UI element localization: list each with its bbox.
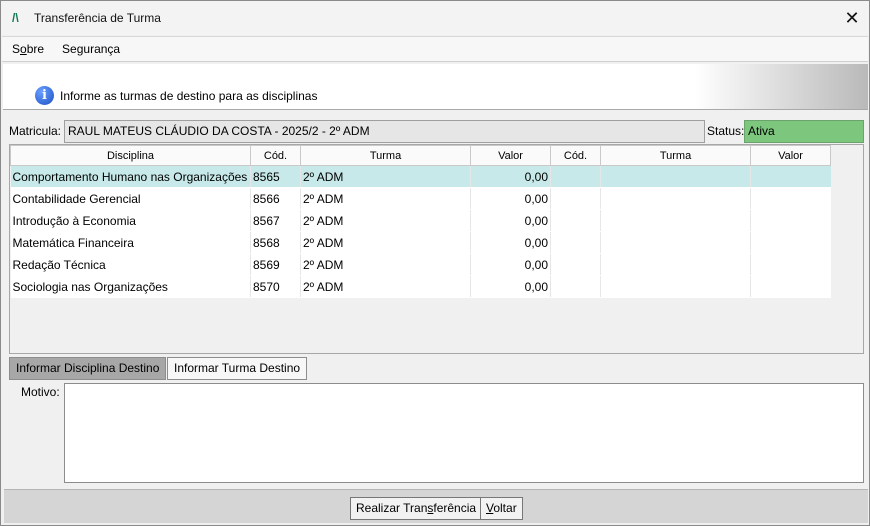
cell-turma-destino[interactable] bbox=[600, 253, 751, 276]
cell-cod[interactable]: 8569 bbox=[250, 253, 301, 276]
info-banner: i Informe as turmas de destino para as d… bbox=[3, 64, 868, 110]
header-valor-destino[interactable]: Valor bbox=[750, 145, 831, 166]
close-icon[interactable]: ✕ bbox=[841, 7, 863, 29]
cell-valor-destino[interactable] bbox=[750, 231, 831, 254]
cell-valor-destino[interactable] bbox=[750, 253, 831, 276]
cell-turma[interactable]: 2º ADM bbox=[300, 275, 471, 298]
header-turma[interactable]: Turma bbox=[300, 145, 471, 166]
cell-valor[interactable]: 0,00 bbox=[470, 209, 551, 232]
cell-turma[interactable]: 2º ADM bbox=[300, 231, 471, 254]
realizar-transferencia-button[interactable]: Realizar Transferência bbox=[350, 497, 483, 520]
header-cod[interactable]: Cód. bbox=[250, 145, 301, 166]
menu-seguranca[interactable]: Segurança bbox=[52, 42, 128, 56]
cell-turma-destino[interactable] bbox=[600, 231, 751, 254]
disciplinas-grid[interactable]: Disciplina Cód. Turma Valor Cód. Turma V… bbox=[9, 144, 864, 354]
header-disciplina[interactable]: Disciplina bbox=[10, 145, 251, 166]
cell-cod[interactable]: 8565 bbox=[250, 165, 301, 188]
menu-sobre[interactable]: Sobre bbox=[2, 42, 52, 56]
banner-text: Informe as turmas de destino para as dis… bbox=[60, 89, 318, 103]
cell-cod[interactable]: 8570 bbox=[250, 275, 301, 298]
cell-valor-destino[interactable] bbox=[750, 165, 831, 188]
grid-header: Disciplina Cód. Turma Valor Cód. Turma V… bbox=[10, 145, 831, 166]
cell-valor[interactable]: 0,00 bbox=[470, 253, 551, 276]
cell-cod-destino[interactable] bbox=[550, 275, 601, 298]
tab-informar-disciplina-destino[interactable]: Informar Disciplina Destino bbox=[9, 357, 167, 380]
cell-cod[interactable]: 8566 bbox=[250, 187, 301, 210]
title-bar[interactable]: /\ Transferência de Turma ✕ bbox=[1, 1, 869, 35]
window-title: Transferência de Turma bbox=[34, 11, 161, 25]
table-row[interactable]: Introdução à Economia 8567 2º ADM 0,00 bbox=[10, 209, 831, 232]
table-row[interactable]: Sociologia nas Organizações 8570 2º ADM … bbox=[10, 275, 831, 298]
cell-valor-destino[interactable] bbox=[750, 275, 831, 298]
cell-turma-destino[interactable] bbox=[600, 187, 751, 210]
footer-bar: Realizar Transferência Voltar bbox=[4, 489, 868, 523]
cell-cod-destino[interactable] bbox=[550, 209, 601, 232]
cell-turma-destino[interactable] bbox=[600, 165, 751, 188]
table-row[interactable]: Contabilidade Gerencial 8566 2º ADM 0,00 bbox=[10, 187, 831, 210]
cell-cod-destino[interactable] bbox=[550, 165, 601, 188]
cell-disciplina[interactable]: Redação Técnica bbox=[10, 253, 251, 276]
cell-cod-destino[interactable] bbox=[550, 231, 601, 254]
cell-valor-destino[interactable] bbox=[750, 209, 831, 232]
cell-valor[interactable]: 0,00 bbox=[470, 275, 551, 298]
header-turma-destino[interactable]: Turma bbox=[600, 145, 751, 166]
cell-valor[interactable]: 0,00 bbox=[470, 165, 551, 188]
cell-valor[interactable]: 0,00 bbox=[470, 187, 551, 210]
menu-bar: Sobre Segurança bbox=[2, 36, 868, 62]
table-row[interactable]: Redação Técnica 8569 2º ADM 0,00 bbox=[10, 253, 831, 276]
status-label: Status: bbox=[707, 124, 745, 138]
transfer-window: /\ Transferência de Turma ✕ Sobre Segura… bbox=[0, 0, 870, 526]
cell-disciplina[interactable]: Matemática Financeira bbox=[10, 231, 251, 254]
table-row[interactable]: Comportamento Humano nas Organizações 85… bbox=[10, 165, 831, 188]
cell-turma[interactable]: 2º ADM bbox=[300, 209, 471, 232]
header-cod-destino[interactable]: Cód. bbox=[550, 145, 601, 166]
info-icon: i bbox=[35, 86, 54, 105]
cell-valor-destino[interactable] bbox=[750, 187, 831, 210]
cell-disciplina[interactable]: Introdução à Economia bbox=[10, 209, 251, 232]
cell-disciplina[interactable]: Comportamento Humano nas Organizações bbox=[10, 165, 251, 188]
table-row[interactable]: Matemática Financeira 8568 2º ADM 0,00 bbox=[10, 231, 831, 254]
matricula-label: Matricula: bbox=[9, 124, 62, 138]
cell-turma-destino[interactable] bbox=[600, 209, 751, 232]
voltar-button[interactable]: Voltar bbox=[480, 497, 523, 520]
header-valor[interactable]: Valor bbox=[470, 145, 551, 166]
matricula-field: RAUL MATEUS CLÁUDIO DA COSTA - 2025/2 - … bbox=[64, 120, 705, 143]
status-badge: Ativa bbox=[744, 120, 864, 143]
motivo-textarea[interactable] bbox=[64, 383, 864, 483]
cell-disciplina[interactable]: Sociologia nas Organizações bbox=[10, 275, 251, 298]
tab-informar-turma-destino[interactable]: Informar Turma Destino bbox=[167, 357, 308, 380]
cell-disciplina[interactable]: Contabilidade Gerencial bbox=[10, 187, 251, 210]
cell-cod-destino[interactable] bbox=[550, 253, 601, 276]
cell-valor[interactable]: 0,00 bbox=[470, 231, 551, 254]
cell-turma[interactable]: 2º ADM bbox=[300, 187, 471, 210]
logo-icon: /\ bbox=[12, 11, 19, 25]
cell-cod[interactable]: 8567 bbox=[250, 209, 301, 232]
cell-cod[interactable]: 8568 bbox=[250, 231, 301, 254]
cell-turma[interactable]: 2º ADM bbox=[300, 165, 471, 188]
motivo-label: Motivo: bbox=[21, 385, 60, 399]
cell-turma-destino[interactable] bbox=[600, 275, 751, 298]
cell-turma[interactable]: 2º ADM bbox=[300, 253, 471, 276]
cell-cod-destino[interactable] bbox=[550, 187, 601, 210]
